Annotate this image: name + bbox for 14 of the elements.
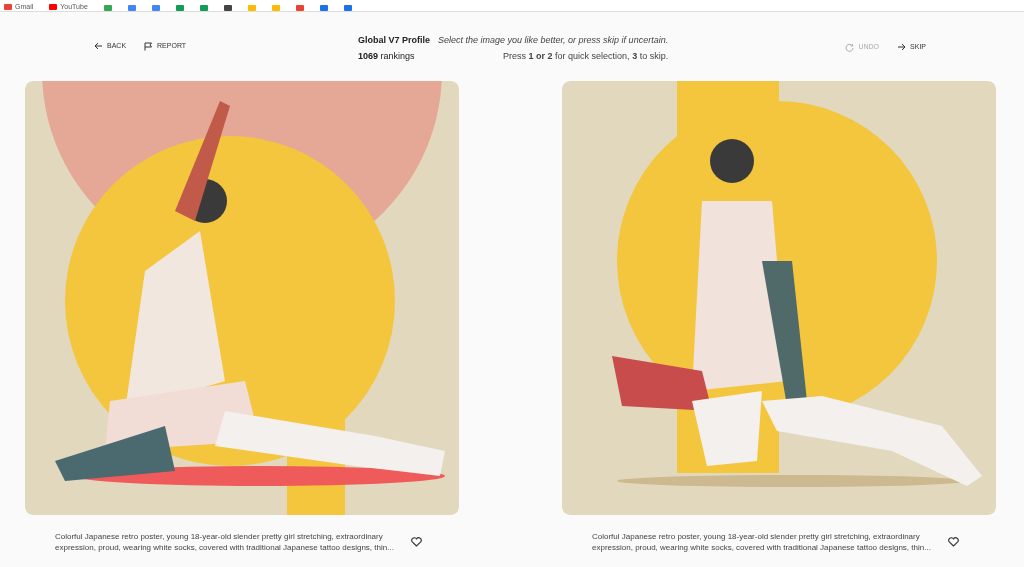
flag-icon xyxy=(144,41,154,51)
forward-arrow-icon xyxy=(897,43,907,52)
bookmark-icon[interactable] xyxy=(319,5,328,11)
bookmark-icon[interactable] xyxy=(343,5,352,11)
image-caption: Colorful Japanese retro poster, young 18-year-old slender pretty girl stretching, extraordinary expression, proud, wearing white socks, covered with traditional Japanese tattoo designs, thin... xyxy=(592,531,932,553)
heart-button[interactable] xyxy=(411,537,422,547)
bookmark-icon[interactable] xyxy=(223,5,232,11)
profile-title: Global V7 Profile xyxy=(358,34,431,47)
back-arrow-icon xyxy=(94,42,103,51)
heart-button[interactable] xyxy=(948,537,959,547)
instruction-text: Select the image you like better, or press skip if uncertain. xyxy=(438,34,669,47)
shortcut-hint: Press 1 or 2 for quick selection, 3 to skip. xyxy=(503,49,669,63)
image-caption: Colorful Japanese retro poster, young 18-year-old slender pretty girl stretching, extraordinary expression, proud, wearing white socks, covered with traditional Japanese tattoo designs, thin... xyxy=(55,531,395,553)
ranking-count: 1069 rankings xyxy=(358,49,416,63)
